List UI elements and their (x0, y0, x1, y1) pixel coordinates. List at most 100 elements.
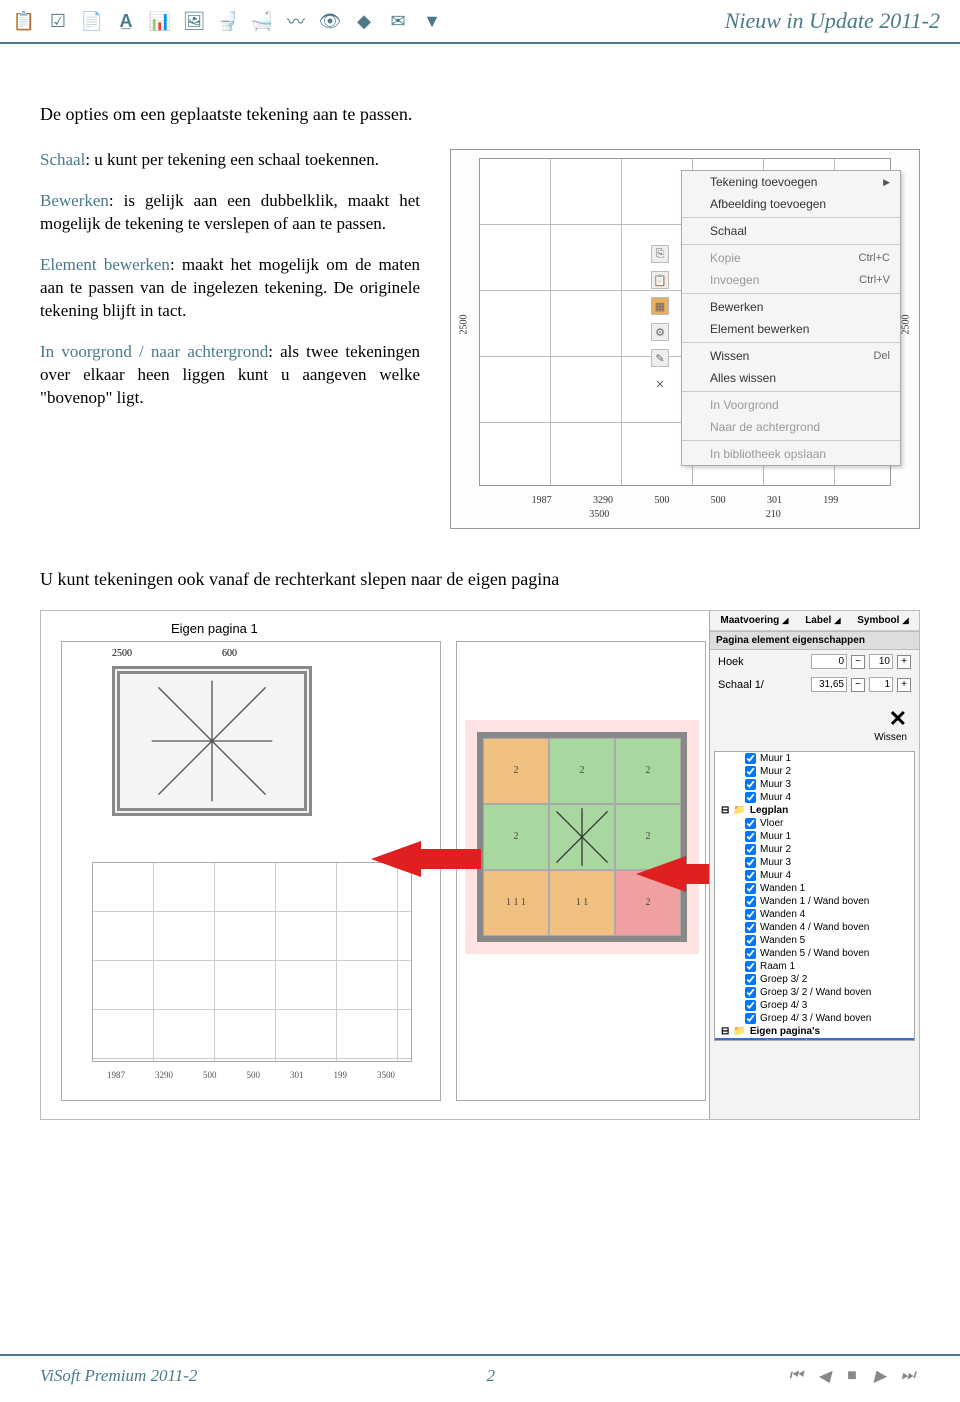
tree-item[interactable]: Wanden 1 / Wand boven (715, 895, 914, 908)
mail-icon: ✉ (384, 7, 412, 35)
header-title: Nieuw in Update 2011-2 (725, 8, 940, 34)
tree-item[interactable]: Groep 4/ 3 (715, 999, 914, 1012)
tree-item[interactable]: Muur 3 (715, 778, 914, 791)
ctx-item[interactable]: Schaal (682, 220, 900, 242)
panel-tabs[interactable]: Maatvoering◢ Label◢ Symbool◢ (710, 611, 919, 631)
nav-last-icon[interactable]: ⏭ (896, 1364, 920, 1388)
close-icon: ✕ (651, 375, 669, 393)
tree-item[interactable]: Muur 2 (715, 843, 914, 856)
nav-next-icon[interactable]: ▶ (868, 1364, 892, 1388)
color-icon: ▦ (651, 297, 669, 315)
para-schaal: Schaal: u kunt per tekening een schaal t… (40, 149, 420, 172)
gear-icon: ⚙ (651, 323, 669, 341)
ctx-item[interactable]: Tekening toevoegen▶ (682, 171, 900, 193)
schaal-minus[interactable]: − (851, 678, 865, 692)
tree-item[interactable]: Vloer (715, 817, 914, 830)
wissen-button[interactable]: ✕ Wissen (710, 696, 919, 747)
tree-group[interactable]: ⊟📁Legplan (715, 804, 914, 817)
tree-item[interactable]: Muur 4 (715, 791, 914, 804)
funnel-icon: ▼ (418, 7, 446, 35)
ctx-item[interactable]: Bewerken (682, 296, 900, 318)
diamond-icon: ◆ (350, 7, 378, 35)
row-schaal: Schaal 1/ − + (710, 673, 919, 696)
tree-item[interactable]: Groep 3/ 2 / Wand boven (715, 986, 914, 999)
ctx-item: Naar de achtergrond (682, 416, 900, 438)
kw-bewerken: Bewerken (40, 191, 109, 210)
figure-drag-pages: Eigen pagina 1 2500 600 1987329050050030… (40, 610, 920, 1120)
tree-item[interactable]: Muur 1 (715, 752, 914, 765)
figure-context-menu: 2500 ⎘ 📋 ▦ ⚙ ✎ ✕ Tekening toevoegen▶Afbe… (450, 149, 920, 529)
tree-item[interactable]: Muur 2 (715, 765, 914, 778)
copy-icon: ⎘ (651, 245, 669, 263)
clipboard-icon: 📋 (10, 7, 38, 35)
kw-element: Element bewerken (40, 255, 170, 274)
drag-arrow-1 (371, 841, 421, 877)
para-schaal-rest: : u kunt per tekening een schaal toekenn… (85, 150, 379, 169)
tree-item[interactable]: Muur 1 (715, 830, 914, 843)
ctx-item[interactable]: Element bewerken (682, 318, 900, 340)
label-schaal: Schaal 1/ (718, 679, 764, 691)
row-hoek: Hoek − + (710, 650, 919, 673)
tree-item[interactable]: Wanden 5 (715, 934, 914, 947)
tab-label[interactable]: Label◢ (805, 615, 840, 626)
section2-text: U kunt tekeningen ook vanaf de rechterka… (40, 569, 920, 590)
nav-stop-icon[interactable]: ■ (840, 1364, 864, 1388)
tree-item[interactable]: Muur 3 (715, 856, 914, 869)
ctx-item[interactable]: Alles wissen (682, 367, 900, 389)
input-hoek[interactable] (811, 654, 847, 669)
wave-icon: 〰 (282, 7, 310, 35)
ctx-item: In bibliotheek opslaan (682, 443, 900, 465)
footer-product: ViSoft Premium 2011-2 (40, 1366, 197, 1386)
context-menu[interactable]: Tekening toevoegen▶Afbeelding toevoegen S… (681, 170, 901, 466)
para-bewerken: Bewerken: is gelijk aan een dubbelklik, … (40, 190, 420, 236)
layer-tree[interactable]: Muur 1Muur 2Muur 3Muur 4⊟📁LegplanVloerMu… (714, 751, 915, 1041)
tree-item[interactable]: Wanden 1 (715, 882, 914, 895)
tree-item[interactable]: Wanden 5 / Wand boven (715, 947, 914, 960)
tree-item[interactable]: Groep 4/ 3 / Wand boven (715, 1012, 914, 1025)
dim-bottom-row1: 19873290500500301199 (511, 495, 859, 506)
properties-panel: Maatvoering◢ Label◢ Symbool◢ Pagina elem… (709, 611, 919, 1119)
footer-nav: ⏮ ◀ ■ ▶ ⏭ (784, 1364, 920, 1388)
eye-icon: 👁 (316, 7, 344, 35)
ctx-item[interactable]: Afbeelding toevoegen (682, 193, 900, 215)
sink1-icon: 🚽 (214, 7, 242, 35)
input-hoek-step[interactable] (869, 654, 893, 669)
pencil-icon: ✎ (651, 349, 669, 367)
ctx-item: InvoegenCtrl+V (682, 269, 900, 291)
floorplan-dims-top: 2500 600 (112, 648, 237, 659)
input-schaal-step[interactable] (869, 677, 893, 692)
tree-group[interactable]: ⊟📁Eigen pagina's (715, 1025, 914, 1038)
tree-item-selected[interactable]: Eigen pagina (715, 1038, 914, 1041)
para-voorgrond: In voorgrond / naar achtergrond: als twe… (40, 341, 420, 410)
kw-schaal: Schaal (40, 150, 85, 169)
page-label: Eigen pagina 1 (171, 621, 258, 636)
tab-symbool[interactable]: Symbool◢ (857, 615, 908, 626)
schaal-plus[interactable]: + (897, 678, 911, 692)
tab-maatvoering[interactable]: Maatvoering◢ (720, 615, 788, 626)
tree-item[interactable]: Muur 4 (715, 869, 914, 882)
floorplan-thumbnail (112, 666, 312, 816)
hoek-plus[interactable]: + (897, 655, 911, 669)
dim-bottom-row2: 3500210 (511, 509, 859, 520)
close-icon[interactable]: ✕ (710, 706, 907, 732)
tree-item[interactable]: Wanden 4 / Wand boven (715, 921, 914, 934)
input-schaal[interactable] (811, 677, 847, 692)
tree-item[interactable]: Groep 3/ 2 (715, 973, 914, 986)
drag-arrow-2 (636, 856, 686, 892)
intro-text: De opties om een geplaatste tekening aan… (40, 104, 920, 125)
mini-icon-stack: ⎘ 📋 ▦ ⚙ ✎ ✕ (651, 245, 669, 393)
sink2-icon: 🛁 (248, 7, 276, 35)
colored-floorplan[interactable]: 222 2 2 1 1 11 12 (477, 732, 687, 942)
paste-icon: 📋 (651, 271, 669, 289)
tree-item[interactable]: Raam 1 (715, 960, 914, 973)
para-element: Element bewerken: maakt het mogelijk om … (40, 254, 420, 323)
tree-item[interactable]: Wanden 4 (715, 908, 914, 921)
nav-prev-icon[interactable]: ◀ (812, 1364, 836, 1388)
ctx-item[interactable]: WissenDel (682, 345, 900, 367)
hoek-minus[interactable]: − (851, 655, 865, 669)
elevation-wireframe (92, 862, 412, 1062)
nav-first-icon[interactable]: ⏮ (784, 1364, 808, 1388)
footer-page: 2 (486, 1366, 495, 1386)
dim-left: 2500 (455, 160, 473, 488)
kw-voorgrond: In voorgrond / naar achtergrond (40, 342, 268, 361)
